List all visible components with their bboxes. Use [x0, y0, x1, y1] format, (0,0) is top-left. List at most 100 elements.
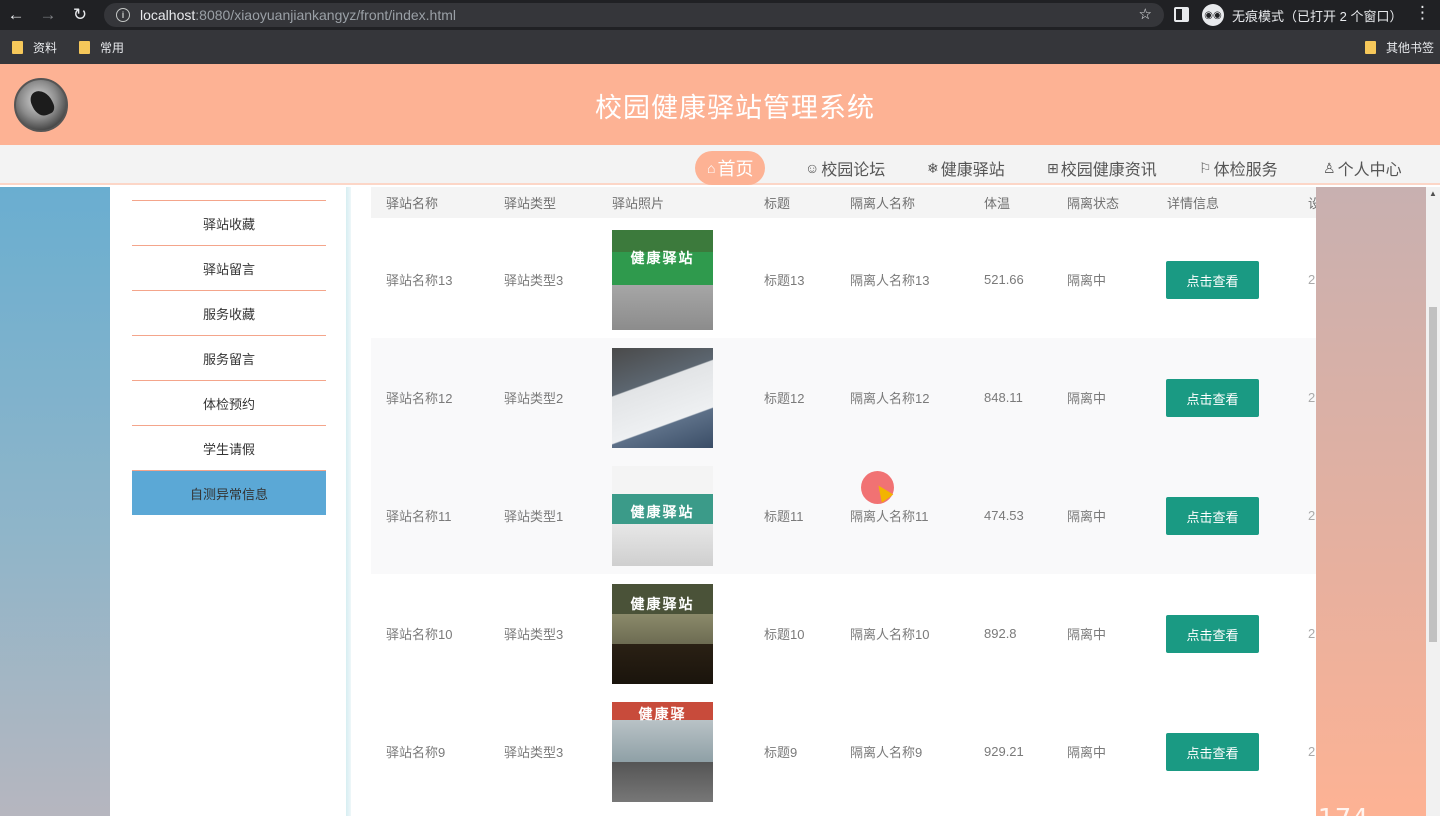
sidebar-item-label: 服务收藏	[202, 306, 255, 322]
cell-name: 驿站名称9	[386, 744, 446, 760]
cell-name: 驿站名称10	[386, 626, 453, 642]
sidebar-item[interactable]: 驿站留言	[132, 245, 326, 290]
back-icon[interactable]: ←	[0, 0, 32, 30]
view-detail-button[interactable]: 点击查看	[1166, 379, 1259, 417]
cell-status: 隔离中	[1067, 626, 1107, 642]
bookmark-folder-ziliao[interactable]: 资料	[12, 39, 57, 56]
view-detail-button[interactable]: 点击查看	[1166, 497, 1259, 535]
forward-icon[interactable]: →	[32, 0, 64, 30]
bookmarks-bar: 资料 常用 其他书签	[0, 30, 1440, 64]
bookmark-label: 资料	[33, 40, 58, 55]
nav-label: 体检服务	[1213, 162, 1278, 179]
station-photo: 健康驿	[612, 702, 713, 802]
cell-title: 标题10	[764, 626, 805, 642]
cell-title: 标题12	[764, 390, 805, 406]
nav-home[interactable]: ⌂ 首页	[695, 151, 766, 185]
cell-person: 隔离人名称11	[850, 508, 929, 524]
site-header: 校园健康驿站管理系统	[0, 64, 1440, 145]
grid-icon: ⊞	[1047, 159, 1059, 176]
cell-temp: 892.8	[984, 625, 1017, 641]
nav-profile[interactable]: ♙ 个人中心	[1323, 151, 1402, 185]
sidebar-item-label: 驿站留言	[202, 261, 255, 277]
station-photo: 健康驿站	[612, 230, 713, 330]
photo-text: 健康驿站	[630, 250, 695, 266]
main-nav: ⌂ 首页 ☺ 校园论坛 ❄ 健康驿站 ⊞ 校园健康资讯 ⚐ 体检服务 ♙ 个人中…	[0, 145, 1440, 185]
nav-checkup[interactable]: ⚐ 体检服务	[1199, 151, 1278, 185]
sidebar: 驿站收藏驿站留言服务收藏服务留言体检预约学生请假自测异常信息	[110, 187, 346, 816]
sidebar-item[interactable]: 自测异常信息	[132, 470, 326, 515]
incognito-indicator[interactable]: ◉◉ 无痕模式（已打开 2 个窗口）	[1202, 4, 1402, 26]
col-header-status: 隔离状态	[1067, 196, 1120, 211]
site-info-icon[interactable]: i	[116, 8, 130, 22]
bookmark-folder-other[interactable]: 其他书签	[1364, 39, 1434, 56]
folder-icon	[1364, 41, 1376, 54]
scroll-up-icon[interactable]: ▲	[1429, 189, 1437, 198]
address-bar[interactable]: i localhost:8080/xiaoyuanjiankangyz/fron…	[104, 3, 1164, 27]
col-header-extra: 设	[1308, 196, 1316, 211]
data-table: 驿站名称 驿站类型 驿站照片 标题 隔离人名称 体温 隔离状态 详情信息 设 驿…	[351, 187, 1316, 816]
nav-label: 校园论坛	[821, 162, 886, 179]
incognito-label: 无痕模式（已打开 2 个窗口）	[1232, 8, 1403, 24]
reload-icon[interactable]: ↻	[64, 0, 96, 30]
sidebar-item[interactable]: 服务收藏	[132, 290, 326, 335]
nav-label: 健康驿站	[940, 162, 1005, 179]
photo-text: 健康驿站	[630, 504, 695, 520]
col-header-person: 隔离人名称	[850, 196, 916, 211]
bookmark-star-icon[interactable]: ☆	[1139, 5, 1152, 23]
station-photo	[612, 348, 713, 448]
folder-icon	[12, 40, 23, 54]
nav-label: 校园健康资讯	[1060, 162, 1157, 179]
sidebar-item-label: 服务留言	[202, 351, 255, 367]
browser-toolbar: ← → ↻ i localhost:8080/xiaoyuanjiankangy…	[0, 0, 1440, 30]
col-header-detail: 详情信息	[1167, 196, 1220, 211]
cell-person: 隔离人名称13	[850, 272, 930, 288]
folder-icon	[79, 40, 91, 54]
cell-status: 隔离中	[1067, 508, 1107, 524]
nav-forum[interactable]: ☺ 校园论坛	[805, 151, 885, 185]
cell-person: 隔离人名称12	[850, 390, 930, 406]
bookmark-folder-changyong[interactable]: 常用	[79, 39, 124, 56]
bookmark-label: 常用	[100, 40, 125, 55]
station-photo: 健康驿站	[612, 584, 713, 684]
side-panel-icon[interactable]	[1174, 7, 1189, 22]
nav-station[interactable]: ❄ 健康驿站	[927, 151, 1005, 185]
cell-status: 隔离中	[1067, 744, 1107, 760]
smile-icon: ☺	[805, 160, 820, 176]
cell-title: 标题11	[764, 508, 804, 524]
scroll-thumb[interactable]	[1429, 307, 1437, 642]
col-header-photo: 驿站照片	[612, 196, 665, 211]
cell-type: 驿站类型3	[504, 744, 564, 760]
table-row: 驿站名称10 驿站类型3 标题10 隔离人名称10 892.8 隔离中 健康驿站 点击查看 2	[371, 574, 1316, 692]
sidebar-item[interactable]: 学生请假	[132, 425, 326, 470]
page-scrollbar[interactable]: ▲	[1426, 187, 1440, 816]
view-detail-button[interactable]: 点击查看	[1166, 733, 1259, 771]
cell-temp: 929.21	[984, 743, 1024, 759]
table-row: 驿站名称13 驿站类型3 标题13 隔离人名称13 521.66 隔离中 健康驿站 点击查看 2	[371, 220, 1316, 338]
cell-extra: 2	[1308, 389, 1316, 405]
view-detail-button[interactable]: 点击查看	[1166, 615, 1259, 653]
sidebar-item[interactable]: 体检预约	[132, 380, 326, 425]
sidebar-item[interactable]: 服务留言	[132, 335, 326, 380]
browser-menu-icon[interactable]: ⋮	[1414, 3, 1431, 23]
col-header-temp: 体温	[984, 196, 1011, 211]
nav-news[interactable]: ⊞ 校园健康资讯	[1047, 151, 1157, 185]
sidebar-item-label: 自测异常信息	[189, 486, 268, 502]
table-row: 驿站名称11 驿站类型1 标题11 隔离人名称11 474.53 隔离中 健康驿站 点击查看 2	[371, 456, 1316, 574]
url-path: :8080/xiaoyuanjiankangyz/front/index.htm…	[195, 7, 456, 23]
cell-person: 隔离人名称10	[850, 626, 930, 642]
sidebar-item[interactable]: 驿站收藏	[132, 200, 326, 245]
view-detail-button[interactable]: 点击查看	[1166, 261, 1259, 299]
cell-type: 驿站类型3	[504, 626, 564, 642]
col-header-type: 驿站类型	[504, 196, 557, 211]
sidebar-item-label: 学生请假	[202, 441, 255, 457]
right-background	[1316, 187, 1426, 816]
cell-title: 标题13	[764, 272, 805, 288]
photo-text: 健康驿站	[630, 596, 695, 612]
home-icon: ⌂	[707, 160, 716, 176]
user-icon: ♙	[1323, 159, 1336, 176]
col-header-title: 标题	[764, 196, 791, 211]
cell-extra: 2	[1308, 507, 1316, 523]
bookmark-label: 其他书签	[1385, 41, 1434, 55]
table-header: 驿站名称 驿站类型 驿站照片 标题 隔离人名称 体温 隔离状态 详情信息 设	[371, 187, 1316, 218]
cell-type: 驿站类型3	[504, 272, 564, 288]
